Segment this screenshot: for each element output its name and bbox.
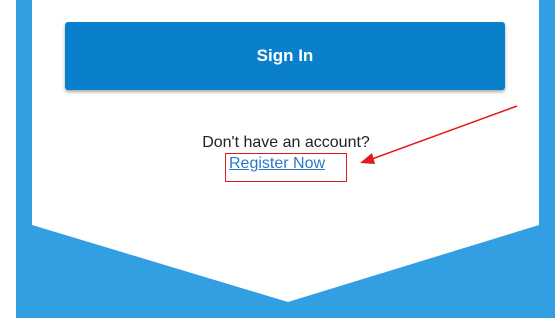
no-account-text: Don't have an account?	[202, 134, 370, 151]
annotation-highlight-box	[225, 153, 347, 182]
sign-in-button[interactable]: Sign In	[65, 22, 505, 90]
